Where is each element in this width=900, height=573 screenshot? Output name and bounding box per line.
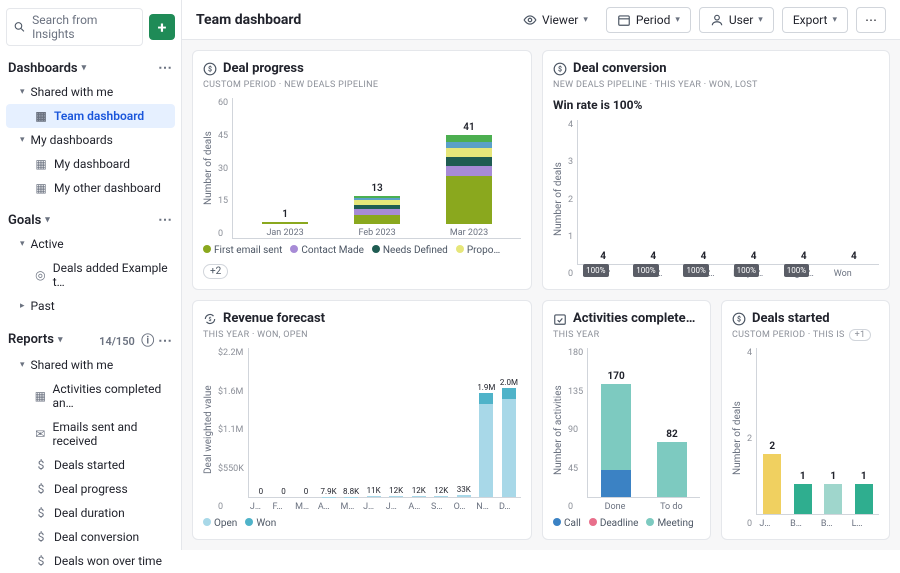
report-icon: $ [34,482,48,496]
add-button[interactable]: + [149,14,175,40]
page-title: Team dashboard [196,12,301,28]
report-item[interactable]: $Deals won over time [6,549,175,573]
report-icon: $ [34,506,48,520]
svg-text:$: $ [208,65,212,73]
winrate-text: Win rate is 100% [553,98,879,112]
legend-more[interactable]: +2 [203,264,228,279]
goals-section[interactable]: Goals▾ ⋯ [6,208,175,232]
report-item[interactable]: $Deals started [6,453,175,477]
report-icon: ✉ [34,427,47,441]
export-button[interactable]: Export▾ [782,7,848,33]
my-dashboards[interactable]: ▾My dashboards [6,128,175,152]
svg-text:$: $ [737,315,741,323]
report-icon: $ [34,458,48,472]
grid-icon: ▦ [34,109,48,123]
card-subtitle: CUSTOM PERIOD · NEW DEALS PIPELINE [203,80,521,90]
eye-icon [523,13,537,27]
shared-with-me[interactable]: ▾Shared with me [6,80,175,104]
chevron-down-icon: ▾ [82,63,87,73]
reports-section[interactable]: Reports▾ 14/150ⓘ ⋯ [6,326,175,353]
report-icon: $ [34,530,48,544]
period-dropdown[interactable]: Period▾ [606,7,691,33]
report-icon: $ [34,554,48,568]
goal-deals-added[interactable]: ◎Deals added Example t… [6,256,175,294]
card-activities: Activities complete… THIS YEAR Number of… [542,300,711,540]
search-icon [13,20,26,34]
calendar-check-icon [553,312,567,326]
legend: First email sentContact MadeNeeds Define… [203,245,521,279]
goals-active[interactable]: ▾Active [6,232,175,256]
more-pill[interactable]: +1 [849,329,872,341]
section-menu-icon[interactable]: ⋯ [158,60,173,76]
y-axis-label: Number of deals [203,98,214,239]
calendar-icon [617,13,631,27]
grid-icon: ▦ [34,181,48,195]
report-item[interactable]: $Deal progress [6,477,175,501]
sidebar-item-my-dashboard[interactable]: ▦My dashboard [6,152,175,176]
user-icon [710,13,724,27]
section-menu-icon[interactable]: ⋯ [158,333,173,349]
sidebar-item-my-other-dashboard[interactable]: ▦My other dashboard [6,176,175,200]
reports-shared[interactable]: ▾Shared with me [6,353,175,377]
sidebar: Search from Insights + Dashboards▾ ⋯ ▾Sh… [0,0,182,550]
report-item[interactable]: $Deal duration [6,501,175,525]
dollar-icon: $ [732,312,746,326]
legend: OpenWon [203,518,521,529]
user-dropdown[interactable]: User▾ [699,7,774,33]
report-item[interactable]: ✉Emails sent and received [6,415,175,453]
sidebar-item-team-dashboard[interactable]: ▦Team dashboard [6,104,175,128]
more-menu[interactable]: ⋯ [856,7,886,33]
report-item[interactable]: ▦Activities completed an… [6,377,175,415]
legend: CallDeadlineMeeting [553,518,700,529]
dashboards-section[interactable]: Dashboards▾ ⋯ [6,56,175,80]
card-revenue-forecast: $Revenue forecast THIS YEAR · WON, OPEN … [192,300,532,540]
dollar-icon: $ [553,62,567,76]
report-count: 14/150 [99,335,135,348]
dollar-icon: $ [203,62,217,76]
svg-text:$: $ [208,315,211,322]
main: Team dashboard Viewer▾ Period▾ User▾ Exp… [182,0,900,550]
card-deals-started: $Deals started CUSTOM PERIOD · THIS IS+1… [721,300,890,540]
card-deal-progress: $Deal progress CUSTOM PERIOD · NEW DEALS… [192,50,532,290]
refresh-dollar-icon: $ [203,312,217,326]
info-icon[interactable]: ⓘ [141,330,155,349]
target-icon: ◎ [34,268,47,282]
grid-icon: ▦ [34,157,48,171]
report-icon: ▦ [34,389,46,403]
goals-past[interactable]: ▸Past [6,294,175,318]
search-input[interactable]: Search from Insights [6,8,143,46]
svg-text:$: $ [558,65,562,73]
viewer-dropdown[interactable]: Viewer▾ [513,8,598,32]
card-deal-conversion: $Deal conversion NEW DEALS PIPELINE · TH… [542,50,890,290]
topbar: Team dashboard Viewer▾ Period▾ User▾ Exp… [182,0,900,40]
section-menu-icon[interactable]: ⋯ [158,212,173,228]
report-item[interactable]: $Deal conversion [6,525,175,549]
